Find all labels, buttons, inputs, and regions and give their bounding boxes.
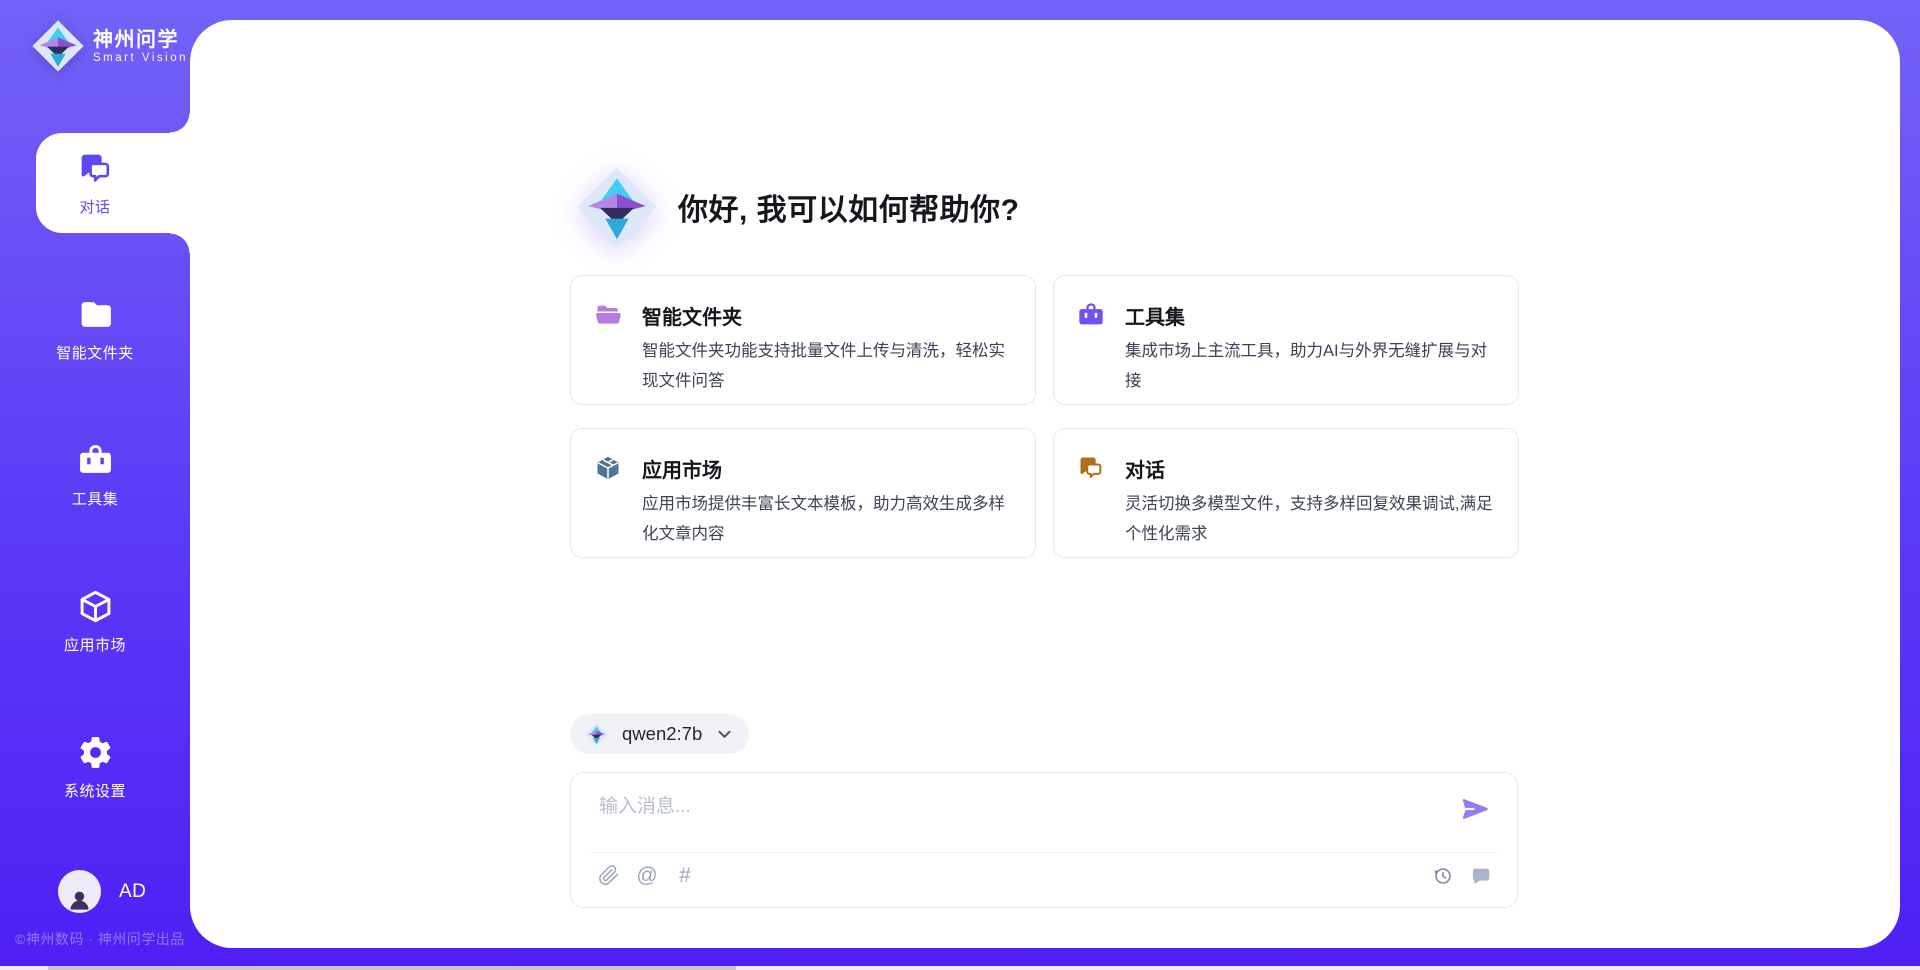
at-icon: @ <box>636 865 657 886</box>
brand-diamond-icon <box>574 164 660 250</box>
card-description: 集成市场上主流工具，助力AI与外界无缝扩展与对接 <box>1125 336 1500 396</box>
horizontal-scrollbar-thumb[interactable] <box>48 966 736 970</box>
conversations-button[interactable] <box>1470 865 1492 887</box>
topic-button[interactable]: # <box>673 863 697 887</box>
sidebar-item-label: 智能文件夹 <box>56 342 134 363</box>
paperclip-icon <box>598 864 620 886</box>
sidebar-item-app-market[interactable]: 应用市场 <box>0 571 190 671</box>
sidebar-item-settings[interactable]: 系统设置 <box>0 717 190 817</box>
sidebar: 神州问学 Smart Vision 对话 智能文件夹 工具集 应用市场 系统设置… <box>0 0 190 970</box>
chevron-down-icon <box>717 728 732 741</box>
card-description: 应用市场提供丰富长文本模板，助力高效生成多样化文章内容 <box>642 489 1017 549</box>
person-icon <box>66 886 93 913</box>
sidebar-item-chat[interactable]: 对话 <box>0 133 190 233</box>
chat-bubbles-icon <box>77 150 114 187</box>
card-toolset[interactable]: 工具集 集成市场上主流工具，助力AI与外界无缝扩展与对接 <box>1053 275 1519 405</box>
active-tab-curve-bottom <box>170 233 190 253</box>
card-title: 对话 <box>1125 454 1165 483</box>
sidebar-item-toolset[interactable]: 工具集 <box>0 425 190 525</box>
avatar <box>58 870 101 913</box>
chat-bubble-icon <box>1470 865 1492 887</box>
send-plane-icon <box>1459 793 1491 825</box>
model-name: qwen2:7b <box>622 723 702 745</box>
cube-grid-icon <box>594 454 622 482</box>
card-description: 灵活切换多模型文件，支持多样回复效果调试,满足个性化需求 <box>1125 489 1500 549</box>
copyright-credit: ©神州数码 · 神州问学出品 <box>15 929 185 949</box>
composer-left-tools: @ # <box>597 863 697 887</box>
send-button[interactable] <box>1459 793 1491 825</box>
main-content-panel: 你好, 我可以如何帮助你? 智能文件夹 智能文件夹功能支持批量文件上传与清洗，轻… <box>190 20 1900 948</box>
model-selector[interactable]: qwen2:7b <box>570 714 749 754</box>
sidebar-item-smart-folder[interactable]: 智能文件夹 <box>0 279 190 379</box>
brand-tagline: Smart Vision <box>93 52 188 64</box>
sidebar-item-label: 对话 <box>79 196 110 217</box>
brand-text: 神州问学 Smart Vision <box>93 29 188 64</box>
brand: 神州问学 Smart Vision <box>30 18 188 74</box>
folder-icon <box>77 296 114 333</box>
gear-icon <box>77 734 114 771</box>
user-profile[interactable]: AD <box>58 870 146 913</box>
card-smart-folder[interactable]: 智能文件夹 智能文件夹功能支持批量文件上传与清洗，轻松实现文件问答 <box>570 275 1036 405</box>
active-tab-curve-top <box>170 113 190 133</box>
welcome-header: 你好, 我可以如何帮助你? <box>574 164 1020 250</box>
card-description: 智能文件夹功能支持批量文件上传与清洗，轻松实现文件问答 <box>642 336 1017 396</box>
card-chat[interactable]: 对话 灵活切换多模型文件，支持多样回复效果调试,满足个性化需求 <box>1053 428 1519 558</box>
brand-name: 神州问学 <box>93 29 188 52</box>
feature-cards: 智能文件夹 智能文件夹功能支持批量文件上传与清洗，轻松实现文件问答 工具集 集成… <box>570 275 1520 558</box>
mention-button[interactable]: @ <box>635 863 659 887</box>
history-clock-icon <box>1432 865 1454 887</box>
briefcase-icon <box>1077 301 1105 329</box>
cube-icon <box>77 588 114 625</box>
folder-open-icon <box>594 301 622 329</box>
brand-diamond-icon <box>30 18 86 74</box>
content-column: 你好, 我可以如何帮助你? 智能文件夹 智能文件夹功能支持批量文件上传与清洗，轻… <box>570 20 1520 948</box>
toolbox-icon <box>77 442 114 479</box>
attachment-button[interactable] <box>597 863 621 887</box>
hash-icon: # <box>679 865 691 886</box>
card-app-market[interactable]: 应用市场 应用市场提供丰富长文本模板，助力高效生成多样化文章内容 <box>570 428 1036 558</box>
history-button[interactable] <box>1432 865 1454 887</box>
message-input[interactable] <box>599 787 1299 827</box>
card-title: 工具集 <box>1125 301 1185 330</box>
sidebar-item-label: 系统设置 <box>64 780 126 801</box>
card-title: 智能文件夹 <box>642 301 742 330</box>
greeting-title: 你好, 我可以如何帮助你? <box>678 185 1020 229</box>
brand-diamond-icon <box>584 722 609 747</box>
card-title: 应用市场 <box>642 454 722 483</box>
user-name: AD <box>119 881 146 903</box>
message-composer: @ # <box>570 772 1518 908</box>
chat-bubbles-icon <box>1077 454 1105 482</box>
horizontal-scrollbar[interactable] <box>0 966 1920 970</box>
sidebar-item-label: 工具集 <box>72 488 119 509</box>
composer-divider <box>590 852 1498 853</box>
sidebar-item-label: 应用市场 <box>64 634 126 655</box>
composer-right-tools <box>1432 865 1492 887</box>
